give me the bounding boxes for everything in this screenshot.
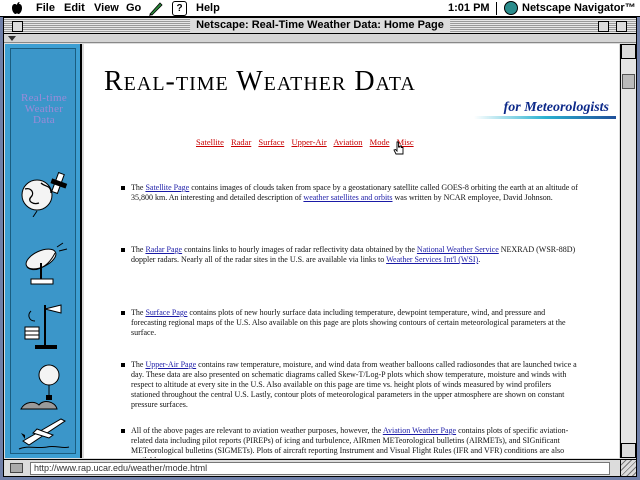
link-surface[interactable]: Surface <box>258 137 284 147</box>
section-text: The Surface Page contains plots of new h… <box>131 308 566 337</box>
close-box[interactable] <box>12 21 23 32</box>
status-url: http://www.rap.ucar.edu/weather/mode.htm… <box>30 462 610 475</box>
bullet <box>121 363 125 367</box>
nav-frame: Real-time Weather Data <box>5 44 82 458</box>
wsi-link[interactable]: Weather Services Int'l (WSI) <box>386 255 478 264</box>
link-aviation[interactable]: Aviation <box>333 137 362 147</box>
nav-logo[interactable]: Real-time Weather Data <box>11 93 77 126</box>
zoom-box[interactable] <box>598 21 609 32</box>
menu-bar: File Edit View Go ? Help 1:01 PM Netscap… <box>0 0 640 17</box>
weather-station-icon[interactable] <box>17 301 71 351</box>
menu-view[interactable]: View <box>94 2 119 15</box>
nws-link[interactable]: National Weather Service <box>417 245 499 254</box>
scroll-up-arrow-icon[interactable] <box>621 44 636 59</box>
content-frame: Real-time Weather Data for Meteorologist… <box>84 44 619 458</box>
netscape-app-icon[interactable] <box>504 1 518 15</box>
title-bar[interactable]: Netscape: Real-Time Weather Data: Home P… <box>4 18 636 34</box>
section-links: Satellite Radar Surface Upper-Air Aviati… <box>196 137 419 147</box>
security-key-icon[interactable] <box>10 463 23 473</box>
section-text: The Radar Page contains links to hourly … <box>131 245 576 264</box>
weather-satellites-link[interactable]: weather satellites and orbits <box>303 193 392 202</box>
airplane-icon[interactable] <box>17 405 71 455</box>
bullet <box>121 311 125 315</box>
scroll-thumb[interactable] <box>622 74 635 89</box>
section-surface: The Surface Page contains plots of new h… <box>121 308 581 338</box>
bullet <box>121 248 125 252</box>
hand-cursor-icon <box>393 141 404 155</box>
status-bar: http://www.rap.ucar.edu/weather/mode.htm… <box>4 459 636 476</box>
pen-icon[interactable] <box>148 1 164 16</box>
link-satellite[interactable]: Satellite <box>196 137 224 147</box>
menu-edit[interactable]: Edit <box>64 2 85 15</box>
upper-air-page-link[interactable]: Upper-Air Page <box>145 360 196 369</box>
menu-separator <box>496 2 497 15</box>
radar-dish-icon[interactable] <box>17 239 71 289</box>
page-subtitle: for Meteorologists <box>503 100 609 115</box>
satellite-page-link[interactable]: Satellite Page <box>145 183 189 192</box>
radar-page-link[interactable]: Radar Page <box>145 245 182 254</box>
bullet <box>121 186 125 190</box>
nav-panel: Real-time Weather Data <box>10 48 76 454</box>
heading-rule <box>474 116 616 119</box>
menu-go[interactable]: Go <box>126 2 141 15</box>
menu-file[interactable]: File <box>36 2 55 15</box>
nav-logo-line: Data <box>33 114 55 126</box>
aviation-page-link[interactable]: Aviation Weather Page <box>383 426 456 435</box>
page-heading: Real-time Weather Data <box>104 66 416 97</box>
section-text: The Satellite Page contains images of cl… <box>131 183 578 202</box>
surface-page-link[interactable]: Surface Page <box>145 308 187 317</box>
application-menu[interactable]: Netscape Navigator™ <box>522 2 636 15</box>
browser-window: Netscape: Real-Time Weather Data: Home P… <box>3 17 637 477</box>
collapse-box[interactable] <box>616 21 627 32</box>
bullet <box>121 429 125 433</box>
disclosure-triangle-icon[interactable] <box>8 36 16 41</box>
toolbar-collapse-strip[interactable] <box>4 34 636 43</box>
section-satellite: The Satellite Page contains images of cl… <box>121 183 581 203</box>
menu-help[interactable]: Help <box>196 2 220 15</box>
vertical-scrollbar[interactable] <box>620 44 636 458</box>
link-radar[interactable]: Radar <box>231 137 251 147</box>
scroll-down-arrow-icon[interactable] <box>621 443 636 458</box>
window-title: Netscape: Real-Time Weather Data: Home P… <box>190 18 450 33</box>
resize-grip-icon[interactable] <box>620 460 636 476</box>
section-text: All of the above pages are relevant to a… <box>131 426 569 458</box>
section-aviation: All of the above pages are relevant to a… <box>121 426 581 458</box>
section-radar: The Radar Page contains links to hourly … <box>121 245 581 265</box>
link-upper-air[interactable]: Upper-Air <box>292 137 327 147</box>
globe-satellite-icon[interactable] <box>17 167 71 217</box>
balloon-help-icon[interactable]: ? <box>172 1 187 16</box>
section-upper-air: The Upper-Air Page contains raw temperat… <box>121 360 581 410</box>
section-text: The Upper-Air Page contains raw temperat… <box>131 360 577 409</box>
clock[interactable]: 1:01 PM <box>448 2 490 15</box>
link-mode[interactable]: Mode <box>370 137 390 147</box>
apple-menu-icon[interactable] <box>10 1 24 15</box>
